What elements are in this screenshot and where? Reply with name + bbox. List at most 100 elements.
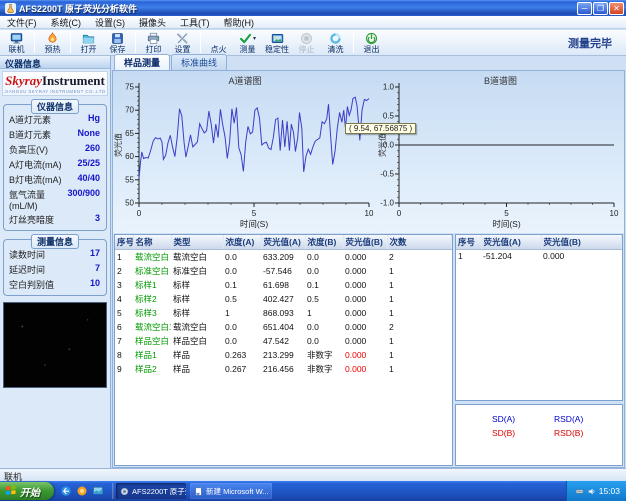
rsd-b-label: RSD(B) — [554, 428, 616, 438]
table-row[interactable]: 9样品2样品0.267216.456非数字0.0001 — [115, 362, 452, 376]
tab-standard-curve[interactable]: 标准曲线 — [171, 54, 227, 70]
table-cell: 0.263 — [223, 348, 261, 362]
table-cell: 7 — [115, 334, 133, 348]
taskbar: 开始 AFS2200T 原子荧光新建 Microsoft W... 15:03 — [0, 481, 626, 501]
tray-device-icon[interactable] — [575, 487, 584, 496]
x-axis-label: 时间(S) — [492, 219, 521, 229]
svg-text:65: 65 — [125, 129, 134, 138]
toolbar-button-label: 清洗 — [328, 45, 344, 54]
result-table-row[interactable]: 1-51.2040.000 — [456, 250, 622, 263]
field-value: 300/900 — [67, 188, 100, 211]
table-cell: 0.000 — [343, 278, 387, 292]
menu-item-3[interactable]: 摄像头 — [132, 16, 173, 29]
table-cell: 47.542 — [261, 334, 305, 348]
table-row[interactable]: 7样品空白样品空白0.047.5420.00.0001 — [115, 334, 452, 348]
instrument-info-title: 仪器信息 — [31, 99, 79, 114]
right-column: 序号荧光值(A)荧光值(B) 1-51.2040.000 SD(A) RSD(A… — [455, 234, 623, 466]
menu-item-2[interactable]: 设置(S) — [88, 16, 132, 29]
measure-field-1: 延迟时间7 — [4, 262, 106, 277]
tab-sample-measure[interactable]: 样品测量 — [114, 54, 170, 70]
table-cell: 载流空白 — [171, 250, 223, 265]
table-cell: 1 — [387, 292, 452, 306]
main-area: 样品测量标准曲线 5055606570750510时间(S)荧光值 A道谱图 -… — [112, 56, 626, 468]
table-cell: 213.299 — [261, 348, 305, 362]
toolbar-button-printer[interactable]: 打印 — [139, 30, 168, 55]
dropdown-arrow-icon[interactable]: ▾ — [253, 35, 256, 42]
table-cell: 0.000 — [343, 334, 387, 348]
svg-text:0: 0 — [137, 209, 142, 218]
field-value: None — [78, 128, 101, 141]
svg-text:50: 50 — [125, 199, 134, 208]
table-cell: 载流空白 — [133, 250, 171, 265]
toolbar-button-flame[interactable]: 预热 — [38, 30, 67, 55]
menu-item-4[interactable]: 工具(T) — [173, 16, 217, 29]
toolbar-button-label: 联机 — [9, 45, 25, 54]
messenger-icon[interactable] — [76, 485, 88, 497]
table-row[interactable]: 5标样3标样1868.09310.0001 — [115, 306, 452, 320]
sample-table: 序号名称类型浓度(A)荧光值(A)浓度(B)荧光值(B)次数 1载流空白载流空白… — [115, 235, 452, 376]
toolbar-button-sphere[interactable]: 点火 — [204, 30, 233, 55]
field-value: 3 — [95, 213, 100, 226]
table-row[interactable]: 8样品1样品0.263213.299非数字0.0001 — [115, 348, 452, 362]
table-cell: 0.5 — [305, 292, 343, 306]
toolbar-button-folder[interactable]: 打开 — [74, 30, 103, 55]
table-cell: 样品空白 — [133, 334, 171, 348]
field-label: B灯电流(mA) — [9, 173, 62, 186]
table-cell: 标样 — [171, 292, 223, 306]
svg-text:60: 60 — [125, 152, 134, 161]
task-button-1[interactable]: 新建 Microsoft W... — [190, 483, 272, 499]
chart-b-spectrum[interactable]: -1.0-0.50.00.51.00510时间(S)荧光值 B道谱图 — [377, 71, 624, 233]
start-button[interactable]: 开始 — [0, 482, 54, 500]
toolbar-button-label: 停止 — [299, 45, 315, 54]
close-button[interactable]: ✕ — [609, 2, 624, 15]
menu-item-1[interactable]: 系统(C) — [44, 16, 89, 29]
result-table: 序号荧光值(A)荧光值(B) 1-51.2040.000 — [456, 235, 622, 262]
toolbar-button-check[interactable]: ▾测量 — [233, 30, 262, 55]
table-row[interactable]: 4标样2标样0.5402.4270.50.0001 — [115, 292, 452, 306]
table-row[interactable]: 2标准空白标准空白0.0-57.5460.00.0001 — [115, 264, 452, 278]
instrument-field-1: B道灯元素 None — [4, 127, 106, 142]
table-cell: 标样 — [171, 306, 223, 320]
svg-text:0: 0 — [397, 209, 402, 218]
minimize-button[interactable]: ─ — [577, 2, 592, 15]
chart-b-plot[interactable]: -1.0-0.50.00.51.00510时间(S)荧光值 — [377, 71, 624, 233]
table-cell: 651.404 — [261, 320, 305, 334]
tray-volume-icon[interactable] — [587, 487, 596, 496]
table-row[interactable]: 6载流空白1载流空白0.0651.4040.00.0002 — [115, 320, 452, 334]
table-cell: 1 — [223, 306, 261, 320]
start-label: 开始 — [20, 484, 40, 499]
system-tray: 15:03 — [566, 481, 626, 501]
chart-a-plot[interactable]: 5055606570750510时间(S)荧光值 — [113, 71, 377, 233]
toolbar-button-image[interactable]: 稳定性 — [262, 30, 292, 55]
table-cell: 2 — [387, 250, 452, 265]
printer-icon — [147, 32, 160, 45]
table-cell: -51.204 — [481, 250, 541, 263]
table-cell: 0.000 — [343, 250, 387, 265]
ie-icon[interactable] — [60, 485, 72, 497]
toolbar-button-tools[interactable]: 设置 — [168, 30, 197, 55]
field-label: B道灯元素 — [9, 128, 51, 141]
menu-item-5[interactable]: 帮助(H) — [217, 16, 262, 29]
instrument-field-0: A道灯元素Hg — [4, 112, 106, 127]
taskbar-clock[interactable]: 15:03 — [599, 486, 620, 496]
toolbar-button-floppy[interactable]: 保存 — [103, 30, 132, 55]
table-cell: 1 — [115, 250, 133, 265]
rsd-a-label: RSD(A) — [554, 414, 616, 424]
table-row[interactable]: 1载流空白载流空白0.0633.2090.00.0002 — [115, 250, 452, 265]
svg-text:0.5: 0.5 — [383, 112, 395, 121]
instrument-info-groupbox: 仪器信息 A道灯元素HgB道灯元素None负高压(V)260A灯电流(mA)25… — [3, 104, 107, 231]
toolbar-button-power[interactable]: 退出 — [357, 30, 386, 55]
table-row[interactable]: 3标样1标样0.161.6980.10.0001 — [115, 278, 452, 292]
field-label: 空白判别值 — [9, 278, 54, 291]
menu-item-0[interactable]: 文件(F) — [0, 16, 44, 29]
table-cell: 0.000 — [343, 348, 387, 362]
table-cell: 8 — [115, 348, 133, 362]
show-desktop-icon[interactable] — [92, 485, 104, 497]
chart-a-spectrum[interactable]: 5055606570750510时间(S)荧光值 A道谱图 — [113, 71, 377, 233]
toolbar-button-ring[interactable]: 清洗 — [321, 30, 350, 55]
task-button-0[interactable]: AFS2200T 原子荧光 — [116, 483, 186, 499]
table-cell: 0.0 — [223, 250, 261, 265]
toolbar-button-monitor[interactable]: 联机 — [2, 30, 31, 55]
maximize-button[interactable]: ❐ — [593, 2, 608, 15]
taskbar-divider — [112, 483, 114, 499]
